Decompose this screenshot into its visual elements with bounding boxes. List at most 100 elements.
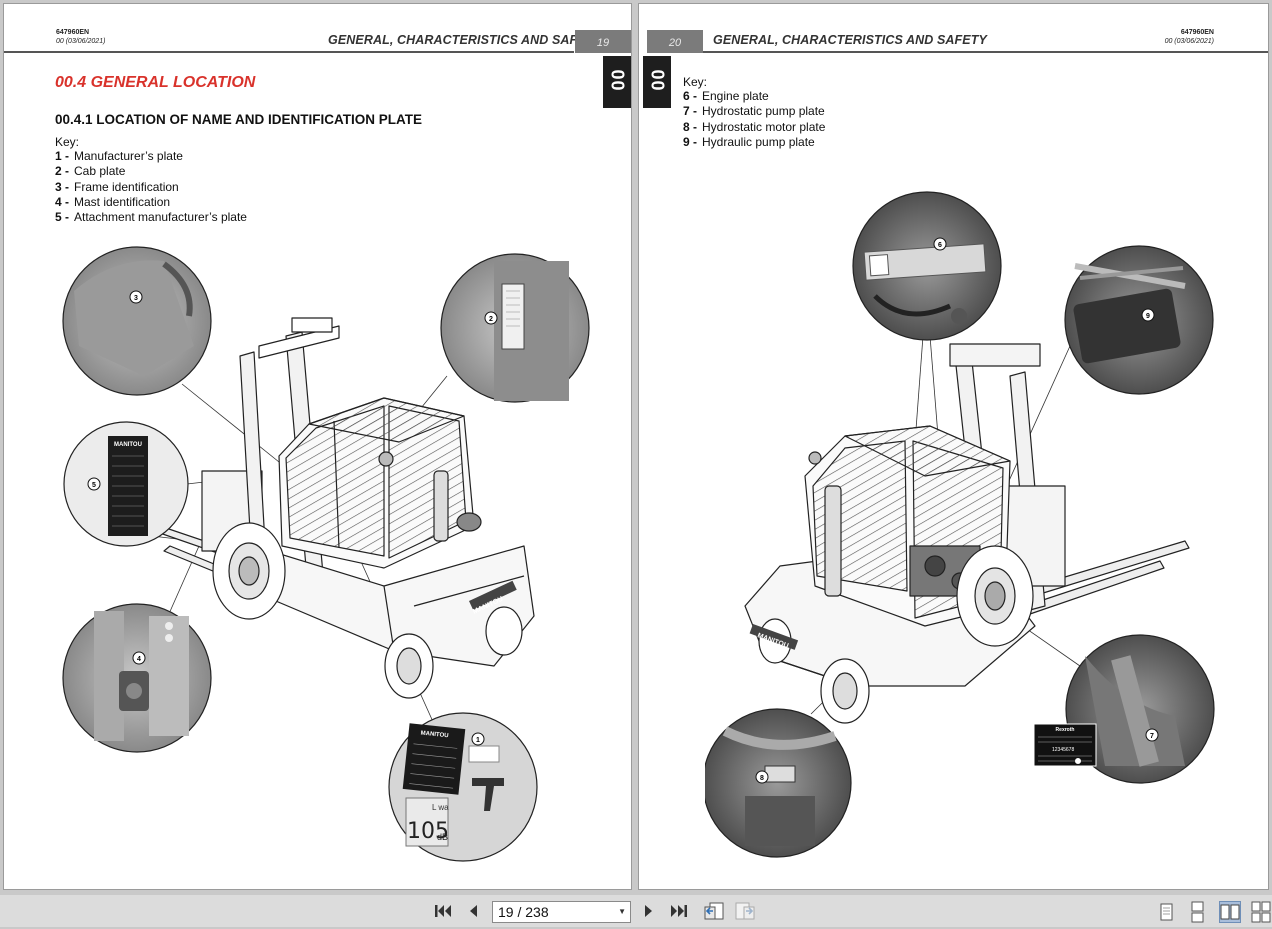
previous-view-icon: [704, 902, 724, 920]
key-text: Cab plate: [74, 164, 126, 179]
key-number: 3: [37, 180, 69, 195]
list-item: 1 Manufacturer’s plate: [37, 149, 247, 164]
key-text: Engine plate: [702, 89, 769, 103]
list-item: 5 Attachment manufacturer’s plate: [37, 210, 247, 225]
detail-circle-hydrostatic-motor: 8: [705, 708, 852, 858]
running-title: GENERAL, CHARACTERISTICS AND SAFETY: [328, 33, 602, 47]
doc-code-text: 647960EN: [56, 29, 90, 36]
list-item: 6 Engine plate: [665, 89, 825, 104]
list-item: 9 Hydraulic pump plate: [665, 135, 825, 150]
detail-circle-cab: 2: [440, 253, 590, 403]
key-text: Frame identification: [74, 179, 179, 194]
list-item: 4 Mast identification: [37, 195, 247, 210]
page-number: 19: [596, 37, 610, 49]
callout-6: 6: [938, 242, 942, 249]
last-page-button[interactable]: [668, 900, 690, 922]
key-text: Hydraulic pump plate: [702, 134, 815, 149]
pump-brand: Rexroth: [1056, 727, 1075, 733]
key-text: Attachment manufacturer’s plate: [74, 210, 247, 225]
page-number-tab: 20: [647, 30, 703, 53]
continuous-view-button[interactable]: [1186, 901, 1208, 923]
continuous-facing-view-icon: [1251, 901, 1271, 923]
first-page-button[interactable]: [432, 900, 454, 922]
continuous-facing-view-button[interactable]: [1250, 901, 1272, 923]
key-number: 4: [37, 195, 69, 210]
page-number-tab: 19: [575, 30, 631, 53]
list-item: 2 Cab plate: [37, 164, 247, 179]
key-number: 9: [665, 135, 697, 150]
list-item: 8 Hydrostatic motor plate: [665, 120, 825, 135]
last-page-icon: [671, 905, 687, 917]
key-number: 2: [37, 164, 69, 179]
single-page-view-button[interactable]: [1155, 901, 1177, 923]
doc-code-text: 647960EN: [1180, 29, 1214, 36]
detail-circle-frame: 3: [62, 246, 212, 396]
previous-page-icon: [470, 905, 477, 917]
next-page-icon: [645, 905, 652, 917]
detail-circle-mast: 4: [62, 603, 212, 753]
single-page-view-icon: [1160, 903, 1173, 921]
running-title: GENERAL, CHARACTERISTICS AND SAFETY: [713, 33, 987, 47]
callout-4: 4: [137, 656, 141, 663]
key-number: 6: [665, 89, 697, 104]
callout-9: 9: [1146, 313, 1150, 320]
section-tab: 00: [603, 56, 631, 108]
pump-serial: 12345678: [1052, 747, 1074, 753]
facing-view-icon: [1220, 904, 1240, 920]
left-page: 647960EN 00 (03/06/2021) GENERAL, CHARAC…: [4, 4, 631, 889]
key-label: Key:: [55, 135, 80, 149]
key-list: 6 Engine plate 7 Hydrostatic pump plate 8H…: [665, 89, 825, 150]
header-rule: [703, 51, 1268, 53]
forklift-front-figure: MANITOU 3 2 MANITOU 5 4 MANITOU L wa 105…: [62, 246, 590, 862]
next-view-button: [733, 900, 757, 922]
first-page-icon: [435, 905, 451, 917]
next-page-button[interactable]: [638, 900, 660, 922]
revision-text: 00 (03/06/2021): [1164, 38, 1214, 45]
previous-view-button[interactable]: [702, 900, 726, 922]
page-indicator: 19 / 238: [498, 904, 549, 920]
detail-circle-hydrostatic-pump: 7 Rexroth 12345678: [1033, 634, 1215, 784]
dropdown-arrow-icon[interactable]: ▼: [618, 902, 626, 922]
detail-circle-attachment: MANITOU 5: [63, 421, 189, 547]
callout-8: 8: [760, 775, 764, 782]
page-number-field[interactable]: 19 / 238 ▼: [492, 901, 631, 923]
subsection-title: 00.4.1 LOCATION OF NAME AND IDENTIFICATI…: [55, 112, 423, 127]
revision-text: 00 (03/06/2021): [56, 38, 106, 45]
key-number: 1: [37, 149, 69, 164]
document-code: 647960EN 00 (03/06/2021): [56, 28, 105, 46]
key-number: 8: [665, 120, 697, 135]
key-list: 1 Manufacturer’s plate 2 Cab plate 3 Frame …: [37, 149, 247, 225]
callout-2: 2: [489, 316, 493, 323]
previous-page-button[interactable]: [462, 900, 484, 922]
detail-circle-manufacturer: MANITOU L wa 105 dB 1: [388, 712, 538, 862]
detail-circle-engine: 6: [852, 191, 1002, 341]
header-rule: [4, 51, 574, 53]
document-code: 647960EN 00 (03/06/2021): [1165, 28, 1214, 46]
key-text: Hydrostatic motor plate: [702, 119, 826, 134]
callout-1: 1: [476, 737, 480, 744]
detail-circle-hydraulic-pump: 9: [1064, 245, 1214, 395]
attachment-brand-text: MANITOU: [114, 442, 142, 448]
sound-unit: dB: [437, 832, 448, 842]
key-text: Mast identification: [74, 194, 171, 209]
callout-7: 7: [1150, 733, 1154, 740]
next-view-icon: [735, 902, 755, 920]
key-label: Key:: [683, 75, 708, 89]
list-item: 3 Frame identification: [37, 180, 247, 195]
page-number: 20: [668, 37, 682, 49]
callout-3: 3: [134, 295, 138, 302]
continuous-view-icon: [1191, 901, 1204, 923]
forklift-rear-figure: MANITOU 6 9 7 Rexroth 12345678 8: [705, 191, 1215, 858]
key-number: 7: [665, 104, 697, 119]
chapter-title: 00.4 GENERAL LOCATION: [55, 74, 256, 91]
list-item: 7 Hydrostatic pump plate: [665, 104, 825, 119]
section-tab-text: 00: [607, 69, 628, 92]
facing-view-button[interactable]: [1219, 901, 1241, 923]
key-text: Manufacturer’s plate: [74, 149, 183, 163]
sound-label: L wa: [432, 803, 449, 812]
viewer-toolbar: [0, 895, 1272, 927]
callout-5: 5: [92, 482, 96, 489]
right-page: 00 20 GENERAL, CHARACTERISTICS AND SAFET…: [639, 4, 1268, 889]
key-number: 5: [37, 210, 69, 225]
key-text: Hydrostatic pump plate: [702, 104, 825, 119]
